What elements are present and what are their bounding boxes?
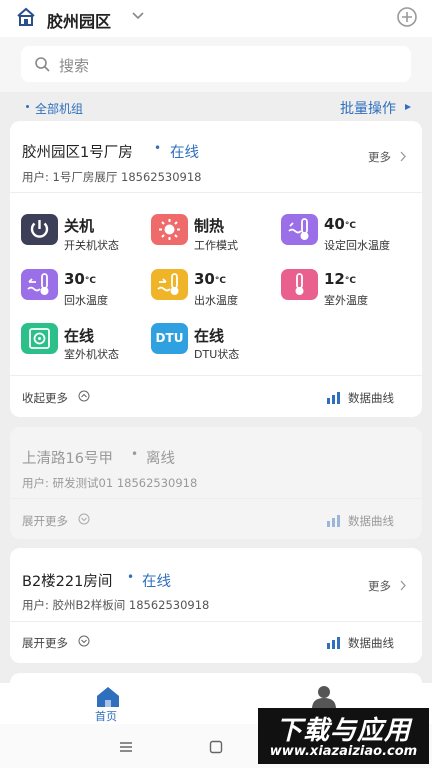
- status-text: 离线: [146, 451, 175, 467]
- divider: [10, 621, 422, 622]
- watermark-url: www.xiazaiziaо.com: [269, 744, 418, 759]
- device-user: 用户: 1号厂房展厅 18562530918: [22, 170, 202, 184]
- tile-label: 室外机状态: [64, 348, 119, 361]
- device-card[interactable]: [10, 121, 422, 417]
- tile-value: 12°C: [324, 270, 356, 288]
- dtu-icon-text: DTU: [155, 331, 184, 345]
- tile-value: 制热: [194, 217, 225, 235]
- status-text: 在线: [170, 145, 199, 161]
- watermark-title: 下载与应用: [275, 716, 411, 746]
- park-title[interactable]: 胶州园区: [47, 8, 111, 32]
- expand-more-button[interactable]: 展开更多: [22, 513, 68, 529]
- bar-chart-icon: [327, 392, 340, 404]
- tile-value: 在线: [64, 327, 95, 345]
- plus-circle-icon[interactable]: [396, 6, 418, 28]
- status-text: 在线: [142, 574, 171, 590]
- status-dot: •: [127, 570, 135, 584]
- tile-label: 开关机状态: [64, 239, 119, 252]
- device-title: 上清路16号甲: [22, 451, 113, 467]
- device-title: B2楼221房间: [22, 574, 113, 590]
- tile-label: DTU状态: [194, 348, 240, 361]
- collapse-more-button[interactable]: 收起更多: [22, 390, 68, 406]
- chevron-up-circle-icon: [78, 390, 90, 402]
- tile-value: 40°C: [324, 215, 356, 233]
- status-dot: •: [131, 447, 139, 461]
- return-water-icon: [21, 269, 58, 300]
- tile-label: 室外温度: [324, 294, 368, 307]
- watermark-logo: 下载与应用 www.xiazaiziaо.com: [258, 708, 429, 764]
- device-user: 用户: 胶州B2样板间 18562530918: [22, 598, 210, 612]
- caret-right-icon: [405, 104, 411, 110]
- offline-chart-wrap: 数据曲线: [348, 513, 394, 529]
- batch-ops-button[interactable]: 批量操作: [340, 98, 396, 118]
- tile-value: 在线: [194, 327, 225, 345]
- power-icon: [21, 214, 58, 245]
- outlet-water-icon: [151, 269, 188, 300]
- tab-home-label[interactable]: 首页: [95, 708, 117, 724]
- outdoor-unit-icon: [21, 323, 58, 354]
- tile-label: 出水温度: [194, 294, 238, 307]
- device-title: 胶州园区1号厂房: [22, 145, 133, 161]
- offline-footer-wrap: 展开更多: [22, 513, 68, 529]
- chevron-down-icon[interactable]: [131, 10, 145, 22]
- data-curve-link[interactable]: 数据曲线: [348, 635, 394, 651]
- square-icon[interactable]: [209, 740, 223, 754]
- tile-value: 30°C: [194, 270, 226, 288]
- tile-value: 30°C: [64, 270, 96, 288]
- data-curve-link[interactable]: 数据曲线: [348, 513, 394, 529]
- expand-more-button[interactable]: 展开更多: [22, 635, 68, 651]
- menu-icon[interactable]: [119, 741, 133, 753]
- offline-title-wrap: 上清路16号甲: [22, 447, 113, 468]
- sun-icon: [151, 214, 188, 245]
- chevron-right-icon: [400, 580, 406, 591]
- outdoor-temp-icon: [281, 269, 318, 300]
- more-button[interactable]: 更多: [368, 149, 391, 165]
- dtu-icon: DTU: [151, 323, 188, 354]
- bar-chart-icon: [327, 515, 340, 527]
- data-curve-link[interactable]: 数据曲线: [348, 390, 394, 406]
- filter-dot: [26, 105, 29, 108]
- chevron-right-icon: [400, 151, 406, 162]
- search-icon: [35, 57, 50, 72]
- all-groups-filter[interactable]: 全部机组: [35, 100, 83, 117]
- tile-label: 回水温度: [64, 294, 108, 307]
- chevron-down-circle-icon: [78, 635, 90, 647]
- divider: [10, 192, 422, 193]
- thermometer-icon: [281, 214, 318, 245]
- offline-user-wrap: 用户: 研发测试01 18562530918: [22, 475, 197, 491]
- status-dot: •: [154, 141, 162, 155]
- bar-chart-icon: [327, 637, 340, 649]
- device-user: 用户: 研发测试01 18562530918: [22, 476, 198, 490]
- more-button[interactable]: 更多: [368, 578, 391, 594]
- tile-label: 设定回水温度: [324, 239, 390, 252]
- tile-value: 关机: [64, 217, 95, 235]
- divider: [10, 375, 422, 376]
- divider: [10, 498, 422, 499]
- home-tab-icon[interactable]: [95, 686, 121, 708]
- person-icon[interactable]: [311, 685, 337, 709]
- chevron-down-circle-icon: [78, 513, 90, 525]
- tile-label: 工作模式: [194, 239, 238, 252]
- search-placeholder: 搜索: [59, 57, 90, 75]
- home-icon[interactable]: [16, 7, 36, 27]
